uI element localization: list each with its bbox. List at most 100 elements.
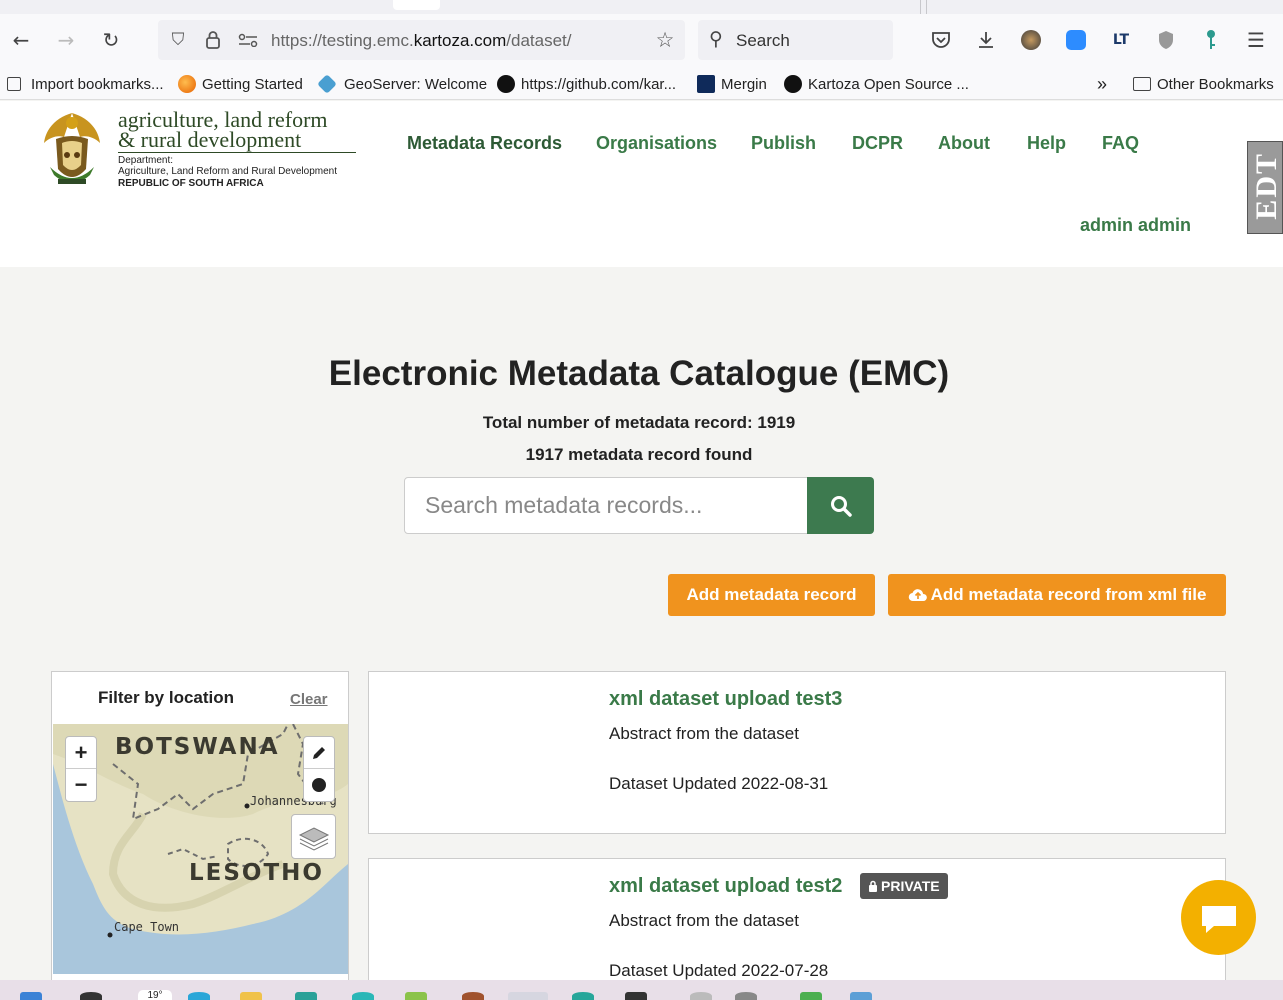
- bookmark-mergin[interactable]: Mergin: [697, 74, 767, 94]
- start-icon[interactable]: [20, 992, 42, 1000]
- languagetool-icon[interactable]: LT: [1109, 26, 1133, 54]
- nav-dcpr[interactable]: DCPR: [852, 133, 903, 154]
- shield-icon[interactable]: ⛉: [167, 29, 189, 51]
- privacy-shield-icon[interactable]: [1154, 26, 1178, 54]
- bookmark-kartoza[interactable]: Kartoza Open Source ...: [784, 74, 969, 94]
- zoom-control: + −: [65, 736, 97, 802]
- map-label-botswana: BOTSWANA: [115, 734, 280, 760]
- add-metadata-xml-button[interactable]: Add metadata record from xml file: [888, 574, 1226, 616]
- metadata-search-input[interactable]: [404, 477, 809, 534]
- more-bookmarks-icon[interactable]: »: [1097, 74, 1107, 94]
- menu-icon[interactable]: ☰: [1244, 26, 1268, 54]
- filter-clear-link[interactable]: Clear: [290, 691, 328, 708]
- reload-icon[interactable]: ↻: [99, 26, 123, 54]
- permissions-icon[interactable]: [237, 29, 259, 51]
- app-icon[interactable]: [625, 992, 647, 1000]
- import-icon: [7, 77, 21, 91]
- zoom-extension-icon[interactable]: [1064, 26, 1088, 54]
- app-icon[interactable]: [800, 992, 822, 1000]
- edt-side-tab-label: EDT: [1250, 152, 1283, 220]
- private-badge: PRIVATE: [860, 873, 948, 899]
- edge-icon[interactable]: [188, 992, 210, 1000]
- zoom-out-button[interactable]: −: [66, 769, 96, 801]
- coat-of-arms-logo[interactable]: [40, 109, 104, 189]
- key-extension-icon[interactable]: [1199, 26, 1223, 54]
- url-text[interactable]: https://testing.emc.kartoza.com/dataset/: [271, 31, 572, 51]
- nav-help[interactable]: Help: [1027, 133, 1066, 154]
- weather-widget[interactable]: 19°: [138, 990, 172, 1000]
- tab-separator: [920, 0, 921, 14]
- record-title-link[interactable]: xml dataset upload test2: [609, 875, 842, 898]
- nav-about[interactable]: About: [938, 133, 990, 154]
- browser-search-box[interactable]: ⚲ Search: [698, 20, 893, 60]
- search-icon: ⚲: [709, 28, 723, 50]
- geoserver-icon: [317, 74, 337, 94]
- nav-metadata-records[interactable]: Metadata Records: [407, 133, 562, 154]
- zoom-in-button[interactable]: +: [66, 737, 96, 769]
- brand-department-name: Agriculture, Land Reform and Rural Devel…: [118, 166, 337, 177]
- site-header: agriculture, land reform & rural develop…: [0, 101, 1283, 267]
- nav-faq[interactable]: FAQ: [1102, 133, 1139, 154]
- brand-country: REPUBLIC OF SOUTH AFRICA: [118, 178, 264, 189]
- nav-organisations[interactable]: Organisations: [596, 133, 717, 154]
- mergin-icon: [697, 75, 715, 93]
- lock-icon[interactable]: [202, 29, 224, 51]
- brand-department-label: Department:: [118, 155, 174, 166]
- page-title: Electronic Metadata Catalogue (EMC): [328, 354, 950, 393]
- app-icon[interactable]: [735, 992, 757, 1000]
- draw-point-icon[interactable]: [304, 769, 334, 801]
- location-map[interactable]: BOTSWANA LESOTHO Johannesburg Cape Town …: [53, 724, 348, 974]
- nav-publish[interactable]: Publish: [751, 133, 816, 154]
- back-icon[interactable]: ←: [9, 26, 33, 54]
- firefox-taskbar-icon[interactable]: [508, 992, 548, 1000]
- record-abstract: Abstract from the dataset: [609, 911, 799, 930]
- github-icon: [497, 75, 515, 93]
- app-icon[interactable]: [295, 992, 317, 1000]
- total-records-count: Total number of metadata record: 1919: [482, 413, 796, 432]
- app-icon[interactable]: [850, 992, 872, 1000]
- bookmark-geoserver[interactable]: GeoServer: Welcome: [317, 74, 487, 94]
- app-icon[interactable]: [462, 992, 484, 1000]
- record-title-link[interactable]: xml dataset upload test3: [609, 688, 842, 711]
- forward-icon[interactable]: →: [54, 26, 78, 54]
- search-button[interactable]: [807, 477, 874, 534]
- os-taskbar: 19°: [0, 980, 1283, 1000]
- draw-pencil-icon[interactable]: [304, 737, 334, 769]
- add-metadata-xml-label: Add metadata record from xml file: [930, 585, 1207, 604]
- app-icon[interactable]: [405, 992, 427, 1000]
- app-icon[interactable]: [352, 992, 374, 1000]
- record-abstract: Abstract from the dataset: [609, 724, 799, 743]
- filter-title: Filter by location: [98, 688, 235, 707]
- add-metadata-record-button[interactable]: Add metadata record: [668, 574, 875, 616]
- chat-widget-button[interactable]: [1181, 880, 1256, 955]
- metadata-record-card: xml dataset upload test2 PRIVATE Abstrac…: [368, 858, 1226, 998]
- chat-icon: [1201, 905, 1236, 933]
- user-menu[interactable]: admin admin: [1080, 215, 1191, 236]
- record-updated-date: Dataset Updated 2022-07-28: [609, 961, 829, 980]
- draw-control: [303, 736, 335, 802]
- search-label: Search: [736, 31, 790, 50]
- tab-separator: [926, 0, 927, 14]
- bookmark-import[interactable]: Import bookmarks...: [7, 74, 164, 94]
- firefox-icon: [178, 75, 196, 93]
- tab-strip: [0, 0, 1283, 14]
- map-label-cape-town: Cape Town: [114, 920, 180, 934]
- download-icon[interactable]: [974, 26, 998, 54]
- search-icon[interactable]: [80, 992, 102, 1000]
- bookmark-getting-started[interactable]: Getting Started: [178, 74, 303, 94]
- url-bar[interactable]: ⛉ https://testing.emc.kartoza.com/datase…: [158, 20, 685, 60]
- extension-avatar-icon[interactable]: [1019, 26, 1043, 54]
- app-icon[interactable]: [572, 992, 594, 1000]
- file-explorer-icon[interactable]: [240, 992, 262, 1000]
- edt-side-tab[interactable]: EDT: [1247, 141, 1283, 234]
- other-bookmarks[interactable]: Other Bookmarks: [1133, 74, 1274, 94]
- active-tab[interactable]: [393, 0, 440, 10]
- private-badge-label: PRIVATE: [881, 878, 940, 894]
- record-updated-date: Dataset Updated 2022-08-31: [609, 774, 829, 793]
- browser-toolbar: ← → ↻ ⛉ https://testing.emc.kartoza.com/…: [0, 14, 1283, 68]
- app-icon[interactable]: [690, 992, 712, 1000]
- layers-icon[interactable]: [291, 814, 336, 859]
- bookmark-star-icon[interactable]: ☆: [654, 28, 676, 52]
- bookmark-github[interactable]: https://github.com/kar...: [497, 74, 676, 94]
- pocket-icon[interactable]: [929, 26, 953, 54]
